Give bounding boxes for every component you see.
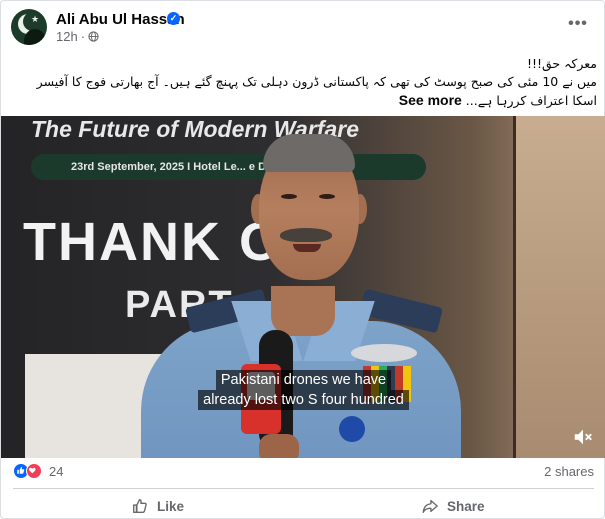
actions-divider <box>13 488 594 489</box>
microphone-blue <box>339 416 365 442</box>
post-card: ★ Ali Abu Ul Hassan ✓ 12h · ••• معرکہ حق… <box>0 0 605 519</box>
author-name[interactable]: Ali Abu Ul Hassan <box>56 11 185 28</box>
author-avatar[interactable]: ★ <box>11 9 47 45</box>
caption-line-2: already lost two S four hundred <box>198 390 409 410</box>
post-meta: 12h · <box>56 29 99 44</box>
meta-separator: · <box>80 29 86 44</box>
post-header: ★ Ali Abu Ul Hassan ✓ 12h · ••• <box>1 1 605 53</box>
hand-holding-mic <box>259 434 299 458</box>
officer-mouth <box>293 244 321 252</box>
like-icon <box>133 499 147 513</box>
avatar-silhouette <box>24 29 46 45</box>
officer-hair <box>263 134 355 172</box>
post-text-line-3: اسکا اعتراف کررہا ہے... See more <box>15 91 597 110</box>
reaction-count[interactable]: 24 <box>49 464 63 479</box>
post-text: معرکہ حق!!! میں نے 10 مئی کی صبح پوسٹ کی… <box>15 55 597 110</box>
avatar-flag-star: ★ <box>31 14 40 24</box>
like-button[interactable]: Like <box>131 494 184 518</box>
shares-count[interactable]: 2 shares <box>544 464 594 479</box>
post-text-line-1: معرکہ حق!!! <box>526 56 597 71</box>
love-reaction-icon[interactable] <box>26 463 42 479</box>
see-more-link[interactable]: See more <box>399 92 462 108</box>
post-timestamp[interactable]: 12h <box>56 29 78 44</box>
post-text-line-2: میں نے 10 مئی کی صبح پوسٹ کی تھی کہ پاکس… <box>36 74 597 89</box>
caption-line-1: Pakistani drones we have <box>215 370 392 390</box>
officer-eye-right <box>319 194 335 199</box>
share-label: Share <box>447 498 485 514</box>
officer-mustache <box>280 228 332 242</box>
verified-badge-icon: ✓ <box>167 12 180 25</box>
post-text-line-3-body: اسکا اعتراف کررہا ہے... <box>465 93 597 108</box>
mute-icon[interactable] <box>572 426 594 448</box>
banner-date: 23rd September, 2025 I Hotel Le... e Del… <box>71 161 285 173</box>
share-button[interactable]: Share <box>421 494 485 518</box>
officer-eye-left <box>281 194 297 199</box>
video-caption: Pakistani drones we have already lost tw… <box>1 370 605 410</box>
like-label: Like <box>157 498 185 514</box>
officer-wings-badge <box>351 344 417 362</box>
more-options-icon[interactable]: ••• <box>566 15 590 35</box>
officer-neck <box>271 286 335 336</box>
post-actions: Like Share <box>1 490 605 519</box>
video-player[interactable]: The Future of Modern Warfare 23rd Septem… <box>1 116 605 458</box>
reactions-bar: 24 2 shares <box>1 459 605 485</box>
globe-icon <box>88 31 99 42</box>
share-icon <box>422 499 438 513</box>
